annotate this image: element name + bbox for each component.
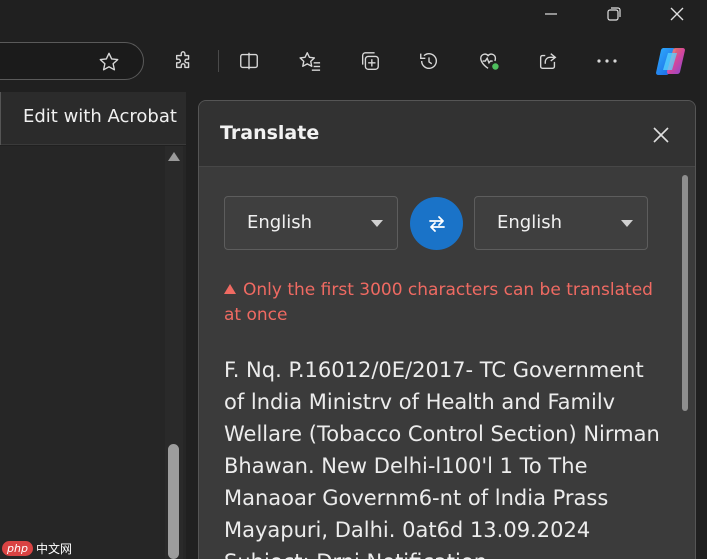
close-translate-button[interactable] [645,119,677,151]
chevron-down-icon [621,220,633,227]
swap-icon [428,215,445,232]
panel-title: Translate [220,122,320,144]
address-bar[interactable] [0,42,144,80]
favorites-icon[interactable] [295,46,325,76]
watermark-brand: php [2,540,33,556]
watermark-site: 中文网 [35,541,72,556]
swap-languages-button[interactable] [410,197,463,250]
split-screen-icon[interactable] [234,46,264,76]
pdf-toolbar-divider [0,92,1,145]
edit-with-acrobat-button[interactable]: Edit with Acrobat [23,106,177,127]
close-icon [653,127,669,143]
target-language-label: English [497,212,562,233]
translate-panel-header: Translate [199,101,695,167]
panel-scrollbar-thumb[interactable] [682,175,688,411]
toolbar-divider [218,50,219,72]
restore-button[interactable] [591,0,637,28]
minimize-button[interactable] [528,0,574,28]
source-language-select[interactable]: English [224,196,398,250]
browser-essentials-icon[interactable] [474,46,504,76]
translate-panel: Translate English English Only the first… [198,100,696,559]
minimize-icon [545,13,557,15]
collections-icon[interactable] [355,46,385,76]
chevron-down-icon [371,220,383,227]
copilot-icon[interactable] [653,44,689,78]
favorite-star-icon[interactable] [94,47,124,77]
pdf-viewer [0,146,186,559]
history-icon[interactable] [414,46,444,76]
scroll-up-arrow-icon[interactable] [168,152,180,161]
pdf-scrollbar-thumb[interactable] [168,444,179,559]
share-icon[interactable] [533,46,563,76]
browser-toolbar [0,30,707,92]
extensions-icon[interactable] [169,46,199,76]
pdf-toolbar: Edit with Acrobat [0,92,186,145]
warning-icon [224,284,236,294]
translated-text: F. Nq. P.16012/0E/2017- TC Government of… [224,358,660,559]
site-watermark: php 中文网 [2,538,72,558]
warning-text: Only the first 3000 characters can be tr… [224,280,653,325]
close-icon [670,7,684,21]
title-bar [0,0,707,30]
close-window-button[interactable] [654,0,700,28]
source-language-label: English [247,212,312,233]
target-language-select[interactable]: English [474,196,648,250]
character-limit-warning: Only the first 3000 characters can be tr… [224,278,654,328]
restore-icon [607,7,621,21]
more-options-icon[interactable] [592,46,622,76]
